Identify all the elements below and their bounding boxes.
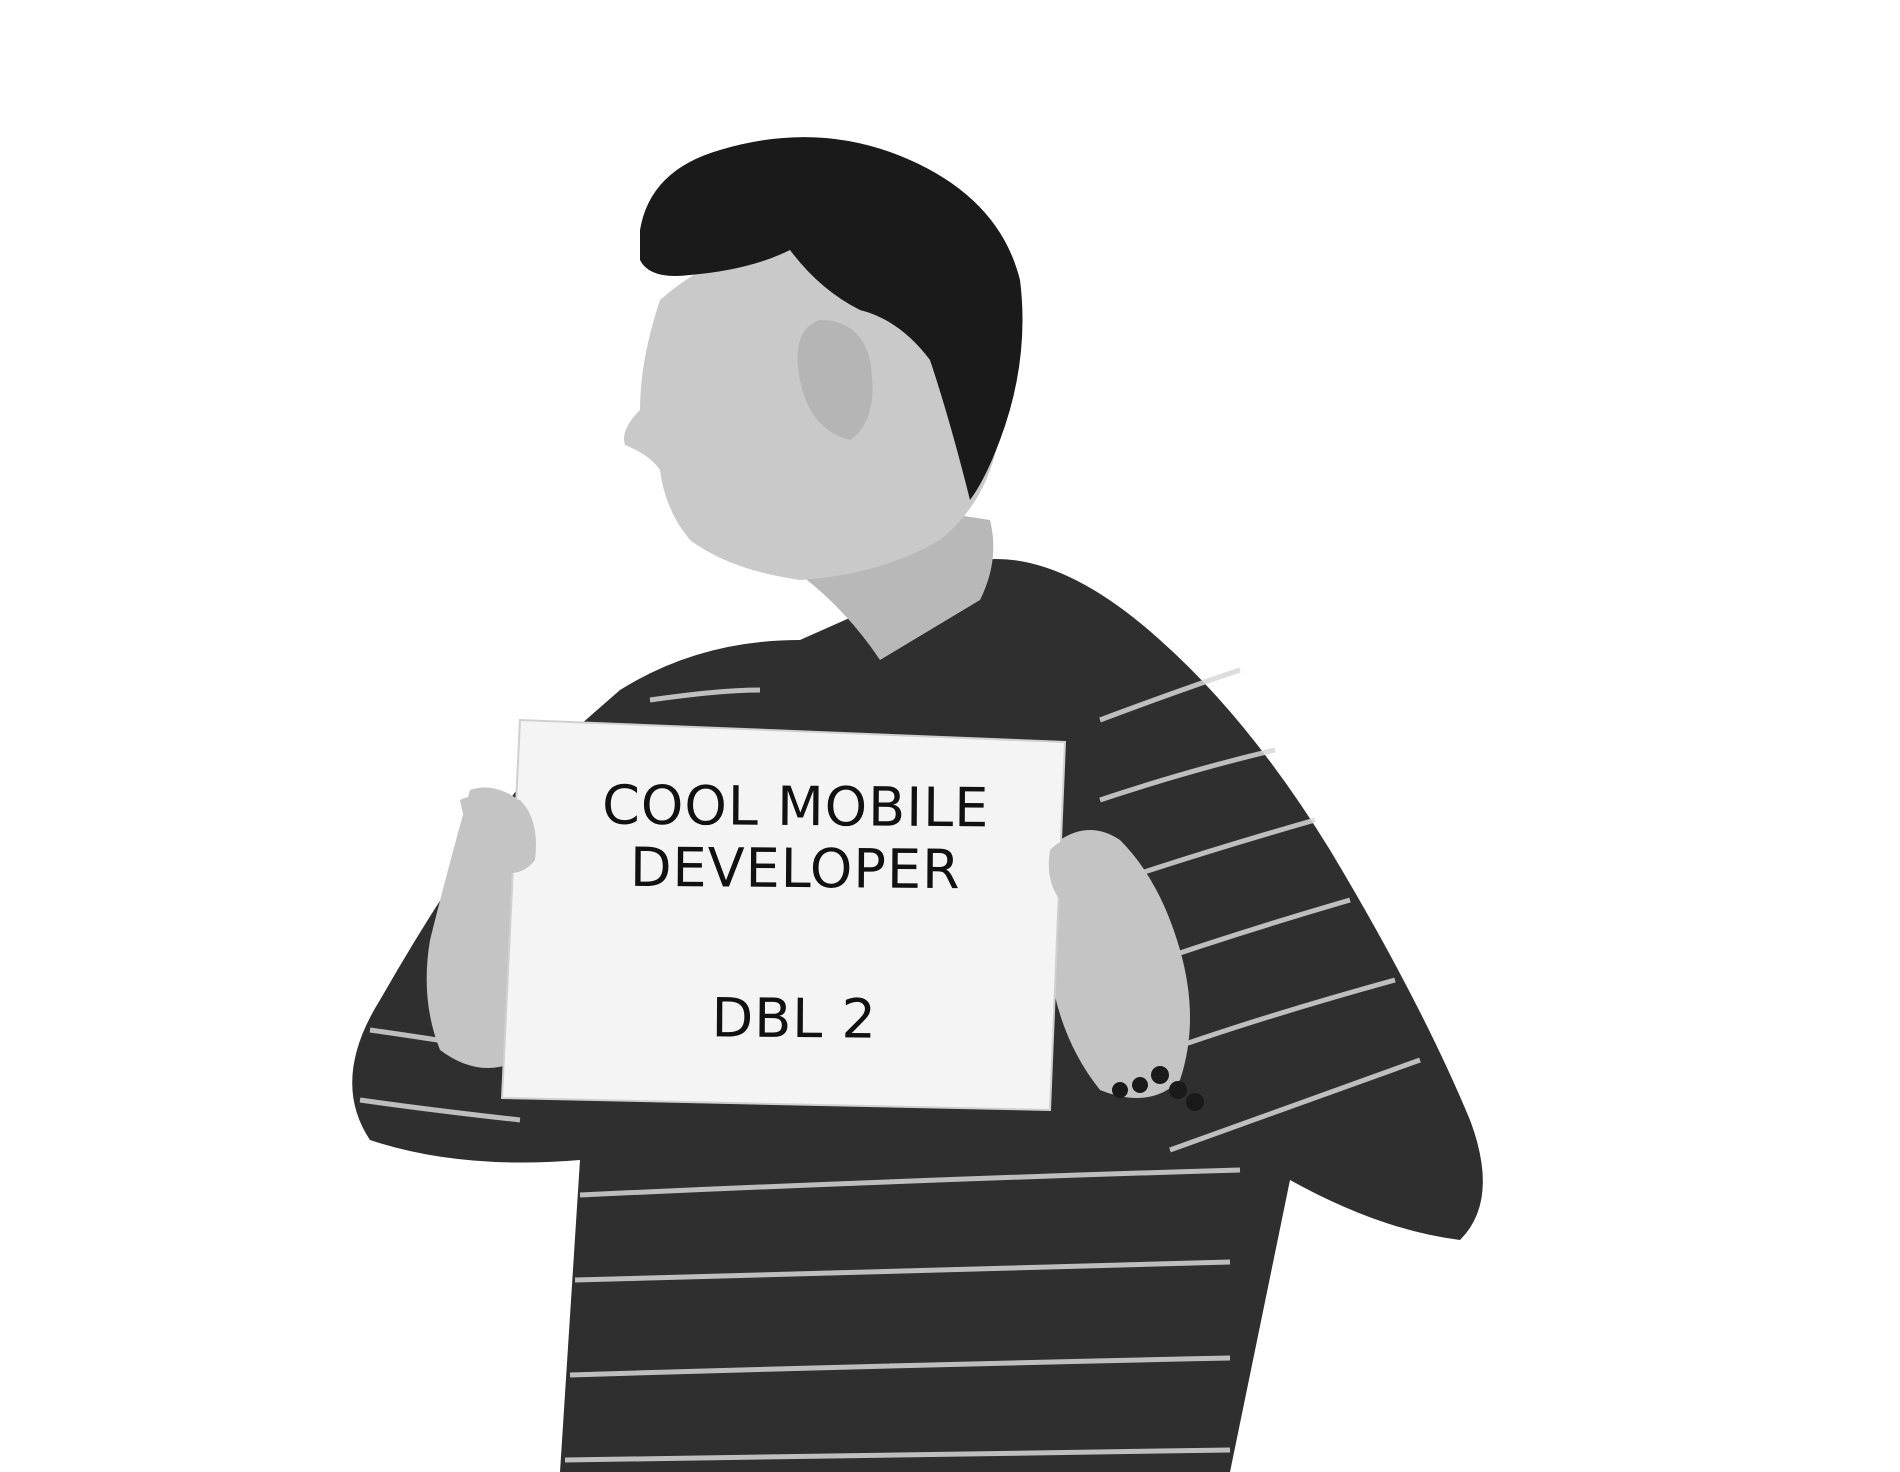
- sign-line-2: DEVELOPER: [629, 835, 961, 902]
- sign-line-1: COOL MOBILE: [601, 773, 990, 840]
- person-illustration: [352, 137, 1483, 1472]
- photo: COOL MOBILE DEVELOPER DBL 2: [0, 0, 1900, 1472]
- sign-text: COOL MOBILE DEVELOPER DBL 2: [539, 774, 1051, 1052]
- sign-line-3: DBL 2: [711, 986, 878, 1051]
- right-fingers: [1048, 836, 1105, 905]
